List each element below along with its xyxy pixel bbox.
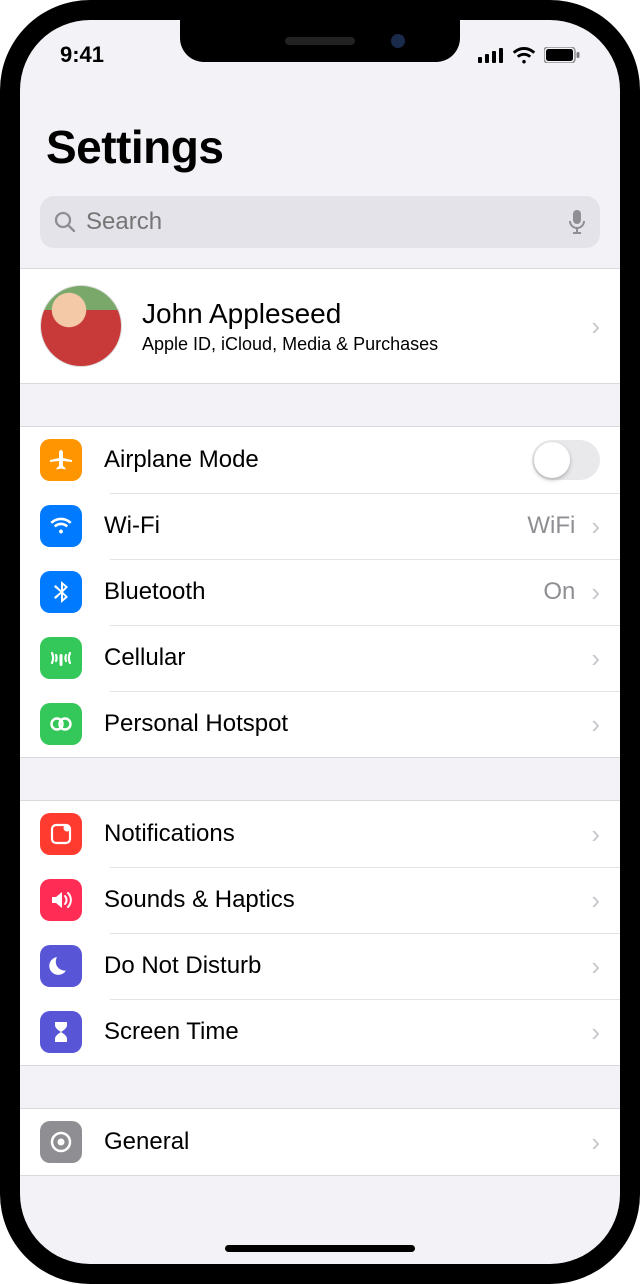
connectivity-group: Airplane Mode Wi-Fi WiFi › Bluetooth On … bbox=[20, 426, 620, 758]
apple-id-row[interactable]: John Appleseed Apple ID, iCloud, Media &… bbox=[20, 269, 620, 383]
row-label: Airplane Mode bbox=[104, 446, 532, 474]
row-label: General bbox=[104, 1128, 585, 1156]
hourglass-icon bbox=[40, 1011, 82, 1053]
profile-subtitle: Apple ID, iCloud, Media & Purchases bbox=[142, 334, 585, 355]
speaker-grille bbox=[285, 37, 355, 45]
avatar bbox=[40, 285, 122, 367]
chevron-right-icon: › bbox=[591, 951, 600, 982]
notch bbox=[180, 20, 460, 62]
search-icon bbox=[54, 211, 76, 233]
screentime-row[interactable]: Screen Time › bbox=[20, 999, 620, 1065]
row-label: Sounds & Haptics bbox=[104, 886, 585, 914]
sounds-icon bbox=[40, 879, 82, 921]
device-frame: 9:41 Settings bbox=[0, 0, 640, 1284]
wifi-row[interactable]: Wi-Fi WiFi › bbox=[20, 493, 620, 559]
chevron-right-icon: › bbox=[591, 1017, 600, 1048]
general-row[interactable]: General › bbox=[20, 1109, 620, 1175]
profile-group: John Appleseed Apple ID, iCloud, Media &… bbox=[20, 268, 620, 384]
profile-text: John Appleseed Apple ID, iCloud, Media &… bbox=[142, 298, 585, 355]
chevron-right-icon: › bbox=[591, 577, 600, 608]
hotspot-row[interactable]: Personal Hotspot › bbox=[20, 691, 620, 757]
moon-icon bbox=[40, 945, 82, 987]
row-label: Wi-Fi bbox=[104, 512, 527, 540]
page-title: Settings bbox=[46, 120, 594, 174]
hotspot-icon bbox=[40, 703, 82, 745]
dnd-row[interactable]: Do Not Disturb › bbox=[20, 933, 620, 999]
airplane-icon bbox=[40, 439, 82, 481]
airplane-toggle[interactable] bbox=[532, 440, 600, 480]
row-label: Do Not Disturb bbox=[104, 952, 585, 980]
chevron-right-icon: › bbox=[591, 709, 600, 740]
notifications-row[interactable]: Notifications › bbox=[20, 801, 620, 867]
chevron-right-icon: › bbox=[591, 819, 600, 850]
chevron-right-icon: › bbox=[591, 311, 600, 342]
chevron-right-icon: › bbox=[591, 885, 600, 916]
bluetooth-icon bbox=[40, 571, 82, 613]
group-gap bbox=[20, 1066, 620, 1108]
group-gap bbox=[20, 384, 620, 426]
row-value: On bbox=[543, 578, 575, 606]
status-right bbox=[478, 46, 580, 64]
bluetooth-row[interactable]: Bluetooth On › bbox=[20, 559, 620, 625]
front-camera bbox=[391, 34, 405, 48]
search-field[interactable] bbox=[40, 196, 600, 248]
general-group: General › bbox=[20, 1108, 620, 1176]
status-time: 9:41 bbox=[60, 42, 104, 68]
row-label: Personal Hotspot bbox=[104, 710, 585, 738]
row-label: Bluetooth bbox=[104, 578, 543, 606]
wifi-settings-icon bbox=[40, 505, 82, 547]
chevron-right-icon: › bbox=[591, 511, 600, 542]
group-gap bbox=[20, 758, 620, 800]
header: Settings bbox=[20, 80, 620, 184]
row-label: Notifications bbox=[104, 820, 585, 848]
row-label: Screen Time bbox=[104, 1018, 585, 1046]
airplane-mode-row[interactable]: Airplane Mode bbox=[20, 427, 620, 493]
cellular-signal-icon bbox=[478, 47, 504, 63]
battery-icon bbox=[544, 47, 580, 63]
row-value: WiFi bbox=[527, 512, 575, 540]
screen: 9:41 Settings bbox=[20, 20, 620, 1264]
chevron-right-icon: › bbox=[591, 643, 600, 674]
sounds-row[interactable]: Sounds & Haptics › bbox=[20, 867, 620, 933]
microphone-icon[interactable] bbox=[568, 209, 586, 235]
home-indicator[interactable] bbox=[225, 1245, 415, 1252]
chevron-right-icon: › bbox=[591, 1127, 600, 1158]
notifications-icon bbox=[40, 813, 82, 855]
alerts-group: Notifications › Sounds & Haptics › Do No… bbox=[20, 800, 620, 1066]
cellular-row[interactable]: Cellular › bbox=[20, 625, 620, 691]
cellular-icon bbox=[40, 637, 82, 679]
gear-icon bbox=[40, 1121, 82, 1163]
wifi-icon bbox=[512, 46, 536, 64]
row-label: Cellular bbox=[104, 644, 585, 672]
profile-name: John Appleseed bbox=[142, 298, 585, 330]
search-input[interactable] bbox=[86, 208, 558, 236]
